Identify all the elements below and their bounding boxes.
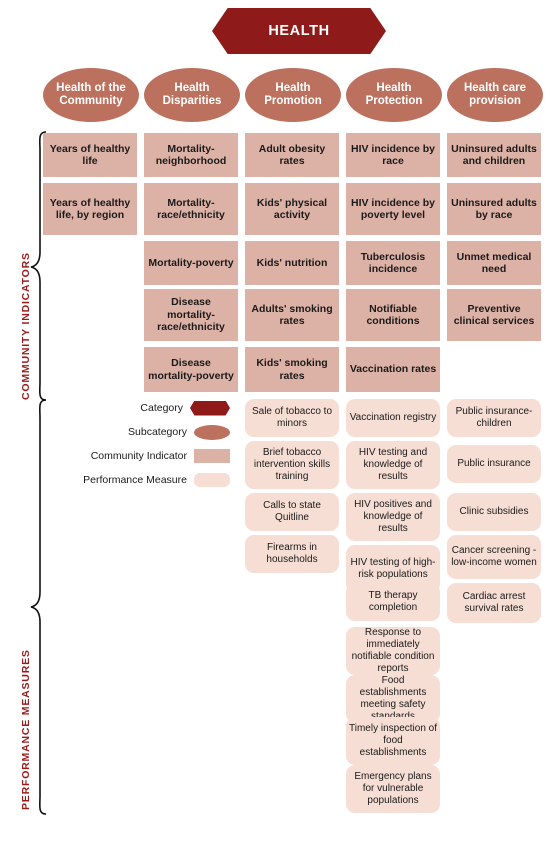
legend-swatch-hexagon-icon <box>190 400 230 416</box>
legend-item-performance-measure: Performance Measure <box>64 472 230 488</box>
performance-measure-box[interactable]: Sale of tobacco to minors <box>245 399 339 437</box>
community-indicator-box[interactable]: Disease mortality-race/ethnicity <box>144 289 238 341</box>
performance-measure-box[interactable]: Cancer screening - low-income women <box>447 535 541 579</box>
performance-measure-box[interactable]: Response to immediately notifiable condi… <box>346 627 440 675</box>
legend-swatch-rounded-rectangle-icon <box>194 473 230 487</box>
community-indicator-box[interactable]: Tuberculosis incidence <box>346 241 440 285</box>
legend-swatch-ellipse-icon <box>194 424 230 440</box>
community-indicator-box[interactable]: Uninsured adults and children <box>447 133 541 177</box>
community-indicator-box[interactable]: Uninsured adults by race <box>447 183 541 235</box>
legend-item-subcategory: Subcategory <box>108 424 230 440</box>
performance-measure-box[interactable]: Timely inspection of food establishments <box>346 717 440 765</box>
subcategory-label: Health of the Community <box>56 82 126 107</box>
community-indicator-box[interactable]: Preventive clinical services <box>447 289 541 341</box>
legend-item-category: Category <box>108 400 230 416</box>
diagram-canvas: HEALTH COMMUNITY INDICATORS PERFORMANCE … <box>0 0 554 849</box>
legend-label: Subcategory <box>128 426 187 438</box>
legend-label: Community Indicator <box>90 450 187 462</box>
legend-label: Category <box>140 402 183 414</box>
community-indicator-box[interactable]: Mortality-race/ethnicity <box>144 183 238 235</box>
community-indicator-box[interactable]: HIV incidence by poverty level <box>346 183 440 235</box>
performance-measure-box[interactable]: Brief tobacco intervention skills traini… <box>245 441 339 489</box>
community-indicator-box[interactable]: Kids' nutrition <box>245 241 339 285</box>
community-indicator-box[interactable]: Vaccination rates <box>346 347 440 392</box>
subcategory-node-health-disparities[interactable]: Health Disparities <box>144 68 240 122</box>
performance-measure-box[interactable]: TB therapy completion <box>346 583 440 621</box>
community-indicator-box[interactable]: Disease mortality-poverty <box>144 347 238 392</box>
category-node-health: HEALTH <box>212 8 386 54</box>
community-indicator-box[interactable]: Kids' physical activity <box>245 183 339 235</box>
section-label-community-indicators: COMMUNITY INDICATORS <box>20 252 32 400</box>
section-label-performance-measures: PERFORMANCE MEASURES <box>20 649 32 810</box>
subcategory-node-health-care-provision[interactable]: Health care provision <box>447 68 543 122</box>
performance-measure-box[interactable]: Emergency plans for vulnerable populatio… <box>346 765 440 813</box>
legend-label: Performance Measure <box>83 474 187 486</box>
community-indicator-box[interactable]: Kids' smoking rates <box>245 347 339 392</box>
performance-measure-box[interactable]: Cardiac arrest survival rates <box>447 583 541 623</box>
legend-swatch-rectangle-icon <box>194 449 230 463</box>
legend-item-community-indicator: Community Indicator <box>70 448 230 464</box>
subcategory-label: Health Disparities <box>162 82 222 107</box>
community-indicator-box[interactable]: Years of healthy life <box>43 133 137 177</box>
subcategory-label: Health care provision <box>463 82 526 107</box>
community-indicator-box[interactable]: Adult obesity rates <box>245 133 339 177</box>
community-indicator-box[interactable]: HIV incidence by race <box>346 133 440 177</box>
category-label: HEALTH <box>268 23 330 39</box>
subcategory-label: Health Protection <box>365 82 423 107</box>
community-indicator-box[interactable]: Mortality-poverty <box>144 241 238 285</box>
community-indicator-box[interactable]: Unmet medical need <box>447 241 541 285</box>
performance-measure-box[interactable]: Vaccination registry <box>346 399 440 437</box>
subcategory-node-health-of-the-community[interactable]: Health of the Community <box>43 68 139 122</box>
performance-measure-box[interactable]: Calls to state Quitline <box>245 493 339 531</box>
performance-measure-box[interactable]: HIV positives and knowledge of results <box>346 493 440 541</box>
performance-measure-box[interactable]: Clinic subsidies <box>447 493 541 531</box>
performance-measure-box[interactable]: Public insurance-children <box>447 399 541 437</box>
subcategory-label: Health Promotion <box>264 82 322 107</box>
community-indicator-box[interactable]: Adults' smoking rates <box>245 289 339 341</box>
performance-measure-box[interactable]: Food establishments meeting safety stand… <box>346 675 440 723</box>
performance-measure-box[interactable]: HIV testing and knowledge of results <box>346 441 440 489</box>
community-indicator-box[interactable]: Mortality-neighborhood <box>144 133 238 177</box>
subcategory-node-health-promotion[interactable]: Health Promotion <box>245 68 341 122</box>
community-indicator-box[interactable]: Years of healthy life, by region <box>43 183 137 235</box>
performance-measure-box[interactable]: Public insurance <box>447 445 541 483</box>
community-indicator-box[interactable]: Notifiable conditions <box>346 289 440 341</box>
subcategory-node-health-protection[interactable]: Health Protection <box>346 68 442 122</box>
performance-measure-box[interactable]: Firearms in households <box>245 535 339 573</box>
